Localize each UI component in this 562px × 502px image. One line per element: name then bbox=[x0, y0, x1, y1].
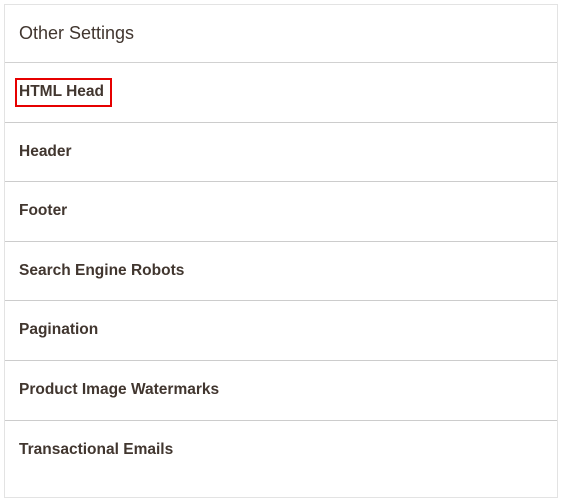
section-label: Footer bbox=[19, 202, 67, 219]
section-search-engine-robots[interactable]: Search Engine Robots bbox=[5, 242, 557, 302]
section-footer[interactable]: Footer bbox=[5, 182, 557, 242]
section-list: HTML Head Header Footer Search Engine Ro… bbox=[5, 63, 557, 479]
section-transactional-emails[interactable]: Transactional Emails bbox=[5, 421, 557, 480]
highlight-box: HTML Head bbox=[15, 78, 112, 107]
other-settings-panel: Other Settings HTML Head Header Footer S… bbox=[4, 4, 558, 498]
section-label: Pagination bbox=[19, 321, 98, 338]
section-label: Header bbox=[19, 143, 72, 160]
section-label: Search Engine Robots bbox=[19, 262, 184, 279]
section-label: HTML Head bbox=[19, 83, 104, 100]
section-label: Transactional Emails bbox=[19, 441, 173, 458]
section-pagination[interactable]: Pagination bbox=[5, 301, 557, 361]
section-header[interactable]: Header bbox=[5, 123, 557, 183]
panel-title: Other Settings bbox=[5, 5, 557, 63]
section-product-image-watermarks[interactable]: Product Image Watermarks bbox=[5, 361, 557, 421]
section-label: Product Image Watermarks bbox=[19, 381, 219, 398]
section-html-head[interactable]: HTML Head bbox=[5, 63, 557, 123]
